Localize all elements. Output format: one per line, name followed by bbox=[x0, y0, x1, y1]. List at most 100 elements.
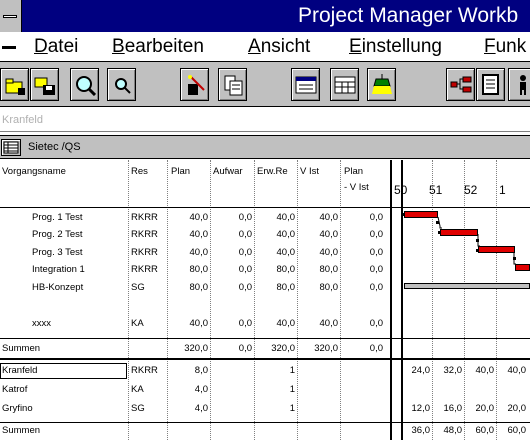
summary-aufwand: 0,0 bbox=[238, 343, 252, 354]
resource-week: 20,0 bbox=[507, 403, 527, 414]
menu-funktionen[interactable]: Funk bbox=[484, 36, 526, 58]
resource-summary-week: 60,0 bbox=[475, 425, 495, 436]
week-label: 50 bbox=[394, 183, 408, 197]
task-plan: 40,0 bbox=[189, 229, 209, 240]
summary-label: Summen bbox=[2, 343, 41, 354]
task-res: RKRR bbox=[131, 247, 158, 258]
resource-name: Katrof bbox=[2, 384, 28, 395]
task-vist: 40,0 bbox=[319, 247, 339, 258]
week-label: 52 bbox=[464, 183, 478, 197]
task-planvist: 0,0 bbox=[369, 212, 383, 223]
col-header-aufwand: Aufwar bbox=[213, 166, 243, 177]
task-res: RKRR bbox=[131, 229, 158, 240]
open-folder-icon[interactable] bbox=[0, 68, 29, 101]
task-res: SG bbox=[131, 282, 145, 293]
window-system-menu-icon[interactable] bbox=[0, 0, 22, 32]
task-erw: 40,0 bbox=[276, 318, 296, 329]
task-res: RKRR bbox=[131, 264, 158, 275]
resource-week: 40,0 bbox=[475, 365, 495, 376]
resource-name: Kranfeld bbox=[2, 365, 38, 376]
task-res: RKRR bbox=[131, 212, 158, 223]
zoom-in-icon[interactable] bbox=[70, 68, 99, 101]
task-vist: 80,0 bbox=[319, 264, 339, 275]
summary-vist: 320,0 bbox=[314, 343, 338, 354]
resource-plan: 4,0 bbox=[194, 384, 208, 395]
resource-res: RKRR bbox=[131, 365, 158, 376]
filter-bar: Sietec /QS bbox=[0, 135, 530, 159]
resource-count: 1 bbox=[289, 403, 295, 414]
resource-summary-week: 48,0 bbox=[443, 425, 463, 436]
task-plan: 40,0 bbox=[189, 318, 209, 329]
col-header-erw: Erw.Re bbox=[257, 166, 288, 177]
task-name: xxxx bbox=[32, 318, 51, 329]
resource-week: 12,0 bbox=[411, 403, 431, 414]
col-header-vist: V Ist bbox=[300, 166, 320, 177]
summary-plan: 320,0 bbox=[184, 343, 208, 354]
title-bar: Project Manager Workb bbox=[0, 0, 530, 32]
task-planvist: 0,0 bbox=[369, 264, 383, 275]
task-name: Prog. 1 Test bbox=[32, 212, 83, 223]
entry-bar[interactable]: Kranfeld bbox=[0, 108, 530, 132]
week-label: 51 bbox=[429, 183, 443, 197]
task-vist: 80,0 bbox=[319, 282, 339, 293]
resource-name: Gryfino bbox=[2, 403, 33, 414]
task-erw: 80,0 bbox=[276, 282, 296, 293]
task-name: Prog. 3 Test bbox=[32, 247, 83, 258]
document-icon[interactable] bbox=[476, 68, 505, 101]
document-system-menu-icon[interactable] bbox=[0, 32, 20, 61]
menu-ansicht[interactable]: Ansicht bbox=[248, 36, 310, 58]
window-icon[interactable] bbox=[291, 68, 320, 101]
resource-week: 16,0 bbox=[443, 403, 463, 414]
task-erw: 40,0 bbox=[276, 247, 296, 258]
resource-plan: 8,0 bbox=[194, 365, 208, 376]
zoom-out-icon[interactable] bbox=[107, 68, 136, 101]
task-name: Prog. 2 Test bbox=[32, 229, 83, 240]
entry-value: Kranfeld bbox=[2, 114, 43, 126]
resource-count: 1 bbox=[289, 365, 295, 376]
lamp-icon[interactable] bbox=[367, 68, 396, 101]
task-aufwand: 0,0 bbox=[238, 247, 252, 258]
window-title: Project Manager Workb bbox=[298, 4, 519, 27]
week-label: 1 bbox=[499, 183, 506, 197]
task-plan: 80,0 bbox=[189, 264, 209, 275]
person-icon[interactable] bbox=[508, 68, 530, 101]
task-aufwand: 0,0 bbox=[238, 229, 252, 240]
resource-week: 24,0 bbox=[411, 365, 431, 376]
resource-summary-label: Summen bbox=[2, 425, 41, 436]
task-plan: 80,0 bbox=[189, 282, 209, 293]
magic-wand-icon[interactable] bbox=[180, 68, 209, 101]
resource-week: 40,0 bbox=[507, 365, 527, 376]
network-icon[interactable] bbox=[446, 68, 475, 101]
resource-summary-week: 60,0 bbox=[507, 425, 527, 436]
menu-bearbeiten[interactable]: Bearbeiten bbox=[112, 36, 204, 58]
task-grid: Vorgangsname Res Plan Aufwar Erw.Re V Is… bbox=[0, 160, 530, 440]
task-erw: 80,0 bbox=[276, 264, 296, 275]
col-header-planvist: Plan bbox=[344, 166, 364, 177]
resource-week: 32,0 bbox=[443, 365, 463, 376]
task-planvist: 0,0 bbox=[369, 318, 383, 329]
menu-einstellung[interactable]: Einstellung bbox=[349, 36, 442, 58]
resource-count: 1 bbox=[289, 384, 295, 395]
toolbar bbox=[0, 62, 530, 107]
gantt-links bbox=[402, 213, 516, 265]
resource-summary-week: 36,0 bbox=[411, 425, 431, 436]
calculator-icon[interactable] bbox=[218, 68, 247, 101]
summary-erw: 320,0 bbox=[271, 343, 295, 354]
col-header-res: Res bbox=[131, 166, 148, 177]
task-planvist: 0,0 bbox=[369, 282, 383, 293]
task-vist: 40,0 bbox=[319, 318, 339, 329]
table-view-icon[interactable] bbox=[1, 139, 21, 156]
task-erw: 40,0 bbox=[276, 229, 296, 240]
col-header-name: Vorgangsname bbox=[2, 166, 66, 177]
task-plan: 40,0 bbox=[189, 212, 209, 223]
task-planvist: 0,0 bbox=[369, 247, 383, 258]
task-aufwand: 0,0 bbox=[238, 282, 252, 293]
task-aufwand: 0,0 bbox=[238, 318, 252, 329]
resource-plan: 4,0 bbox=[194, 403, 208, 414]
task-vist: 40,0 bbox=[319, 229, 339, 240]
calendar-icon[interactable] bbox=[330, 68, 359, 101]
col-header-planvist-sub: - V Ist bbox=[344, 182, 369, 193]
menu-datei[interactable]: Datei bbox=[34, 36, 78, 58]
task-name: HB-Konzept bbox=[32, 282, 84, 293]
save-file-icon[interactable] bbox=[30, 68, 59, 101]
